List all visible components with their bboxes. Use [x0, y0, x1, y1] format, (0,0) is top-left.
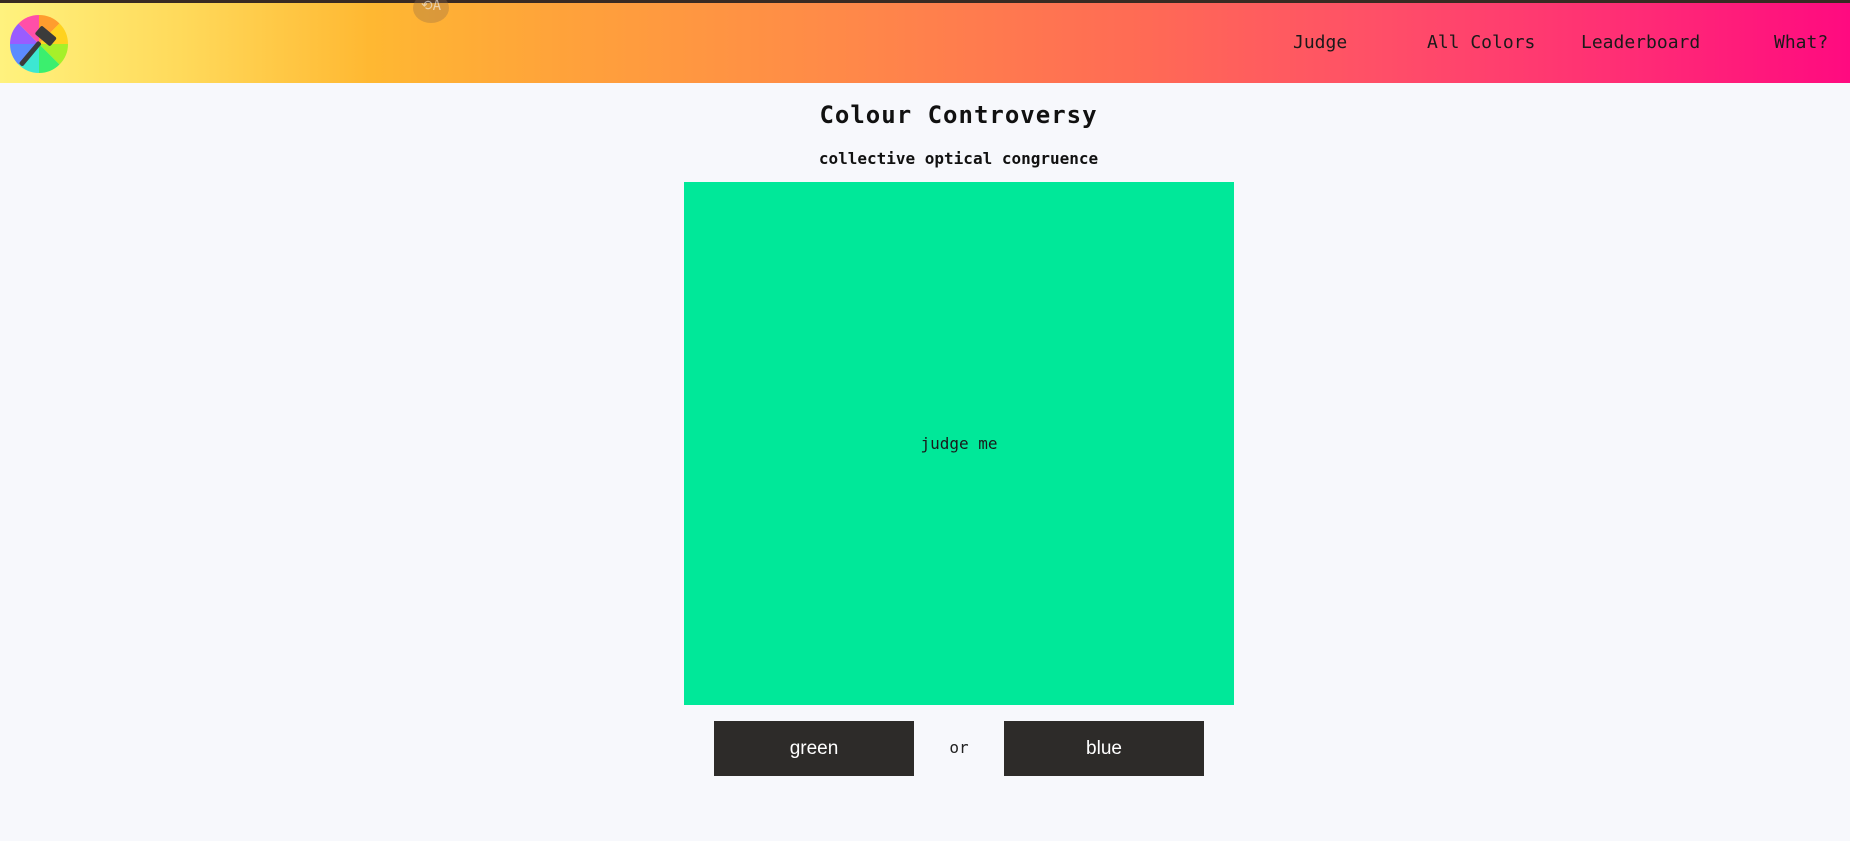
gavel-color-wheel-logo-icon[interactable] — [9, 14, 69, 74]
nav-leaderboard[interactable]: Leaderboard — [1581, 32, 1700, 53]
nav-all-colors[interactable]: All Colors — [1427, 32, 1535, 53]
nav-what[interactable]: What? — [1774, 32, 1828, 53]
or-label: or — [949, 738, 969, 757]
top-nav-bar: ⟲A Judge All Colors Leaderboard What? — [0, 0, 1850, 83]
page-subtitle: collective optical congruence — [818, 149, 1099, 168]
blue-button[interactable]: blue — [1004, 721, 1204, 776]
color-swatch[interactable]: judge me — [684, 182, 1234, 705]
page-title: Colour Controversy — [819, 101, 1098, 129]
green-button[interactable]: green — [714, 721, 914, 776]
swatch-label: judge me — [920, 434, 998, 453]
translate-icon[interactable]: ⟲A — [413, 0, 449, 23]
nav-judge[interactable]: Judge — [1293, 32, 1347, 53]
